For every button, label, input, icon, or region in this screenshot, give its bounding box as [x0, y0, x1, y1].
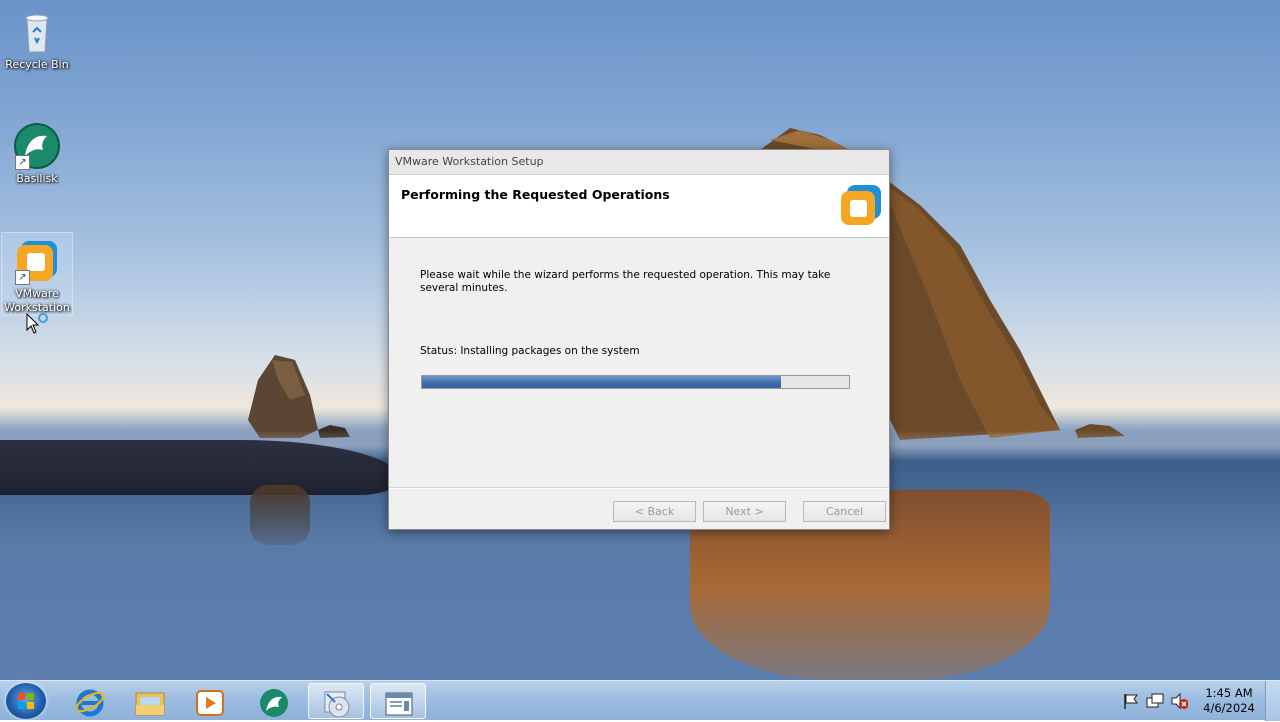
- desktop-icon-label: Basilisk: [16, 172, 58, 185]
- shortcut-arrow-icon: ↗: [15, 270, 30, 285]
- start-button[interactable]: [6, 683, 46, 719]
- recycle-bin-icon: [13, 8, 61, 56]
- clock-time: 1:45 AM: [1205, 686, 1253, 700]
- media-player-icon: [196, 690, 224, 716]
- taskbar-file-explorer[interactable]: [122, 683, 178, 719]
- taskbar-media-player[interactable]: [182, 683, 238, 719]
- internet-explorer-icon: [75, 689, 105, 717]
- window-icon: [385, 692, 413, 716]
- volume-muted-icon[interactable]: [1170, 692, 1188, 710]
- installer-cd-icon: [324, 691, 350, 718]
- basilisk-icon: [260, 689, 288, 717]
- mouse-cursor-icon: [26, 313, 48, 334]
- folder-icon: [135, 692, 165, 716]
- taskbar-internet-explorer[interactable]: [62, 683, 118, 719]
- taskbar-vmware-installer[interactable]: [308, 683, 364, 719]
- footer-divider: [389, 487, 889, 489]
- progress-bar: [421, 375, 850, 389]
- tray-clock[interactable]: 1:45 AM 4/6/2024: [1198, 686, 1260, 716]
- windows-logo-icon: [18, 693, 34, 709]
- desktop-icon-vmware[interactable]: ↗ VMware Workstation: [1, 232, 73, 316]
- desktop-icon-basilisk[interactable]: ↗ Basilisk: [2, 118, 72, 186]
- dialog-header: Performing the Requested Operations: [389, 175, 889, 238]
- vmware-icon: ↗: [13, 237, 61, 285]
- dialog-title[interactable]: VMware Workstation Setup: [389, 150, 889, 175]
- wizard-description: Please wait while the wizard performs th…: [420, 269, 831, 294]
- vmware-logo-icon: [839, 183, 883, 227]
- install-status: Status: Installing packages on the syste…: [420, 345, 640, 357]
- taskbar: 1:45 AM 4/6/2024: [0, 680, 1280, 721]
- basilisk-icon: ↗: [13, 122, 61, 170]
- shortcut-arrow-icon: ↗: [15, 155, 30, 170]
- network-icon[interactable]: [1146, 692, 1164, 710]
- progress-fill: [422, 376, 781, 388]
- clock-date: 4/6/2024: [1203, 701, 1255, 715]
- back-button[interactable]: < Back: [613, 501, 696, 522]
- cancel-button[interactable]: Cancel: [803, 501, 886, 522]
- desktop-icon-label: Recycle Bin: [5, 58, 69, 71]
- desktop-icon-recycle-bin[interactable]: Recycle Bin: [2, 4, 72, 72]
- show-desktop-button[interactable]: [1265, 681, 1280, 721]
- next-button[interactable]: Next >: [703, 501, 786, 522]
- setup-dialog: VMware Workstation Setup Performing the …: [388, 149, 890, 530]
- header-title: Performing the Requested Operations: [401, 187, 670, 202]
- taskbar-basilisk[interactable]: [246, 683, 302, 719]
- taskbar-setup-window[interactable]: [370, 683, 426, 719]
- flag-icon[interactable]: [1122, 692, 1140, 710]
- desktop-icon-label: VMware Workstation: [4, 287, 70, 314]
